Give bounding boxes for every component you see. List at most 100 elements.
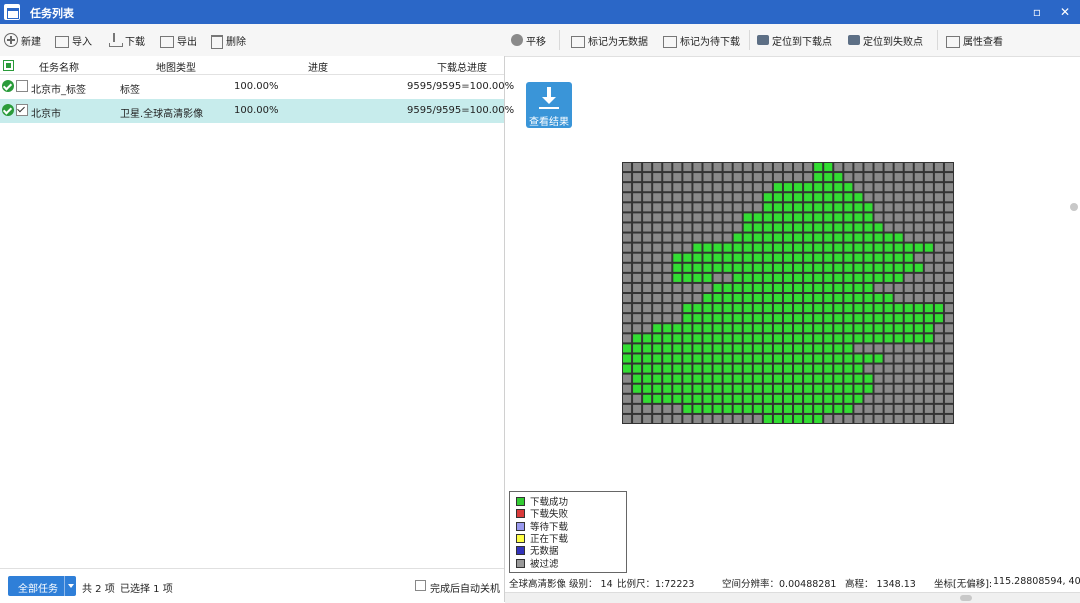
- tile-filtered[interactable]: [713, 414, 722, 423]
- tile-success[interactable]: [834, 193, 843, 202]
- tile-success[interactable]: [653, 354, 662, 363]
- tile-success[interactable]: [864, 263, 873, 272]
- tile-filtered[interactable]: [663, 173, 672, 182]
- tile-filtered[interactable]: [934, 233, 943, 242]
- tile-success[interactable]: [743, 374, 752, 383]
- tile-filtered[interactable]: [914, 193, 923, 202]
- auto-shutdown-checkbox[interactable]: [415, 580, 426, 591]
- tile-success[interactable]: [663, 354, 672, 363]
- tile-filtered[interactable]: [904, 414, 913, 423]
- tile-filtered[interactable]: [944, 414, 953, 423]
- task-row[interactable]: 北京市 卫星.全球高清影像 100.00% 9595/9595=100.00%: [0, 99, 514, 123]
- tile-success[interactable]: [904, 253, 913, 262]
- tile-success[interactable]: [713, 304, 722, 313]
- tile-filtered[interactable]: [733, 183, 742, 192]
- tile-success[interactable]: [854, 334, 863, 343]
- tile-success[interactable]: [703, 263, 712, 272]
- tile-success[interactable]: [643, 374, 652, 383]
- tile-success[interactable]: [723, 253, 732, 262]
- tile-filtered[interactable]: [713, 273, 722, 282]
- tile-filtered[interactable]: [743, 173, 752, 182]
- tile-success[interactable]: [874, 273, 883, 282]
- tile-filtered[interactable]: [633, 294, 642, 303]
- tile-filtered[interactable]: [894, 354, 903, 363]
- tile-filtered[interactable]: [944, 173, 953, 182]
- tile-filtered[interactable]: [904, 193, 913, 202]
- tile-success[interactable]: [763, 263, 772, 272]
- tile-success[interactable]: [763, 253, 772, 262]
- tile-filtered[interactable]: [673, 183, 682, 192]
- tile-success[interactable]: [693, 243, 702, 252]
- tile-success[interactable]: [804, 374, 813, 383]
- tile-success[interactable]: [633, 384, 642, 393]
- tile-success[interactable]: [834, 374, 843, 383]
- tile-success[interactable]: [623, 354, 632, 363]
- tile-filtered[interactable]: [904, 283, 913, 292]
- tile-success[interactable]: [814, 354, 823, 363]
- tile-success[interactable]: [894, 273, 903, 282]
- tile-filtered[interactable]: [673, 283, 682, 292]
- tile-success[interactable]: [783, 253, 793, 262]
- tile-filtered[interactable]: [723, 183, 732, 192]
- tile-filtered[interactable]: [914, 213, 923, 222]
- tile-success[interactable]: [854, 253, 863, 262]
- tile-success[interactable]: [834, 354, 843, 363]
- tile-success[interactable]: [824, 374, 833, 383]
- tile-success[interactable]: [723, 243, 732, 252]
- tile-filtered[interactable]: [653, 223, 662, 232]
- tile-success[interactable]: [844, 354, 853, 363]
- tile-filtered[interactable]: [884, 364, 893, 373]
- tile-success[interactable]: [773, 394, 782, 403]
- tile-success[interactable]: [733, 263, 742, 272]
- tile-success[interactable]: [884, 233, 893, 242]
- tile-filtered[interactable]: [824, 414, 833, 423]
- tile-filtered[interactable]: [894, 183, 903, 192]
- tile-success[interactable]: [914, 263, 923, 272]
- tile-filtered[interactable]: [773, 173, 782, 182]
- tile-filtered[interactable]: [884, 414, 893, 423]
- tile-filtered[interactable]: [944, 354, 953, 363]
- tile-success[interactable]: [824, 223, 833, 232]
- tile-success[interactable]: [874, 354, 883, 363]
- tile-success[interactable]: [814, 203, 823, 212]
- tile-success[interactable]: [783, 203, 793, 212]
- tile-success[interactable]: [743, 223, 752, 232]
- tile-filtered[interactable]: [723, 213, 732, 222]
- tile-success[interactable]: [824, 364, 833, 373]
- tile-filtered[interactable]: [623, 193, 632, 202]
- tile-filtered[interactable]: [944, 253, 953, 262]
- tile-filtered[interactable]: [633, 414, 642, 423]
- tile-success[interactable]: [703, 344, 712, 353]
- tile-success[interactable]: [804, 213, 813, 222]
- tile-success[interactable]: [743, 304, 752, 313]
- import-button[interactable]: 导入: [55, 31, 92, 49]
- tile-filtered[interactable]: [904, 223, 913, 232]
- tile-filtered[interactable]: [653, 193, 662, 202]
- tile-filtered[interactable]: [894, 193, 903, 202]
- tile-success[interactable]: [773, 324, 782, 333]
- tile-success[interactable]: [824, 354, 833, 363]
- tile-success[interactable]: [834, 344, 843, 353]
- tile-success[interactable]: [713, 364, 722, 373]
- tile-success[interactable]: [783, 354, 793, 363]
- tile-filtered[interactable]: [894, 404, 903, 413]
- tile-success[interactable]: [804, 404, 813, 413]
- tile-success[interactable]: [763, 354, 772, 363]
- tile-success[interactable]: [884, 294, 893, 303]
- tile-success[interactable]: [633, 334, 642, 343]
- tile-success[interactable]: [643, 354, 652, 363]
- tile-filtered[interactable]: [633, 223, 642, 232]
- tile-success[interactable]: [783, 223, 793, 232]
- tile-success[interactable]: [673, 334, 682, 343]
- tile-success[interactable]: [834, 223, 843, 232]
- tile-filtered[interactable]: [673, 233, 682, 242]
- tile-filtered[interactable]: [874, 173, 883, 182]
- tile-success[interactable]: [804, 414, 813, 423]
- tile-filtered[interactable]: [884, 374, 893, 383]
- tile-success[interactable]: [894, 304, 903, 313]
- tile-filtered[interactable]: [633, 304, 642, 313]
- tile-success[interactable]: [703, 364, 712, 373]
- task-row[interactable]: 北京市_标签 标签 100.00% 9595/9595=100.00%: [0, 75, 514, 99]
- tile-filtered[interactable]: [623, 304, 632, 313]
- tile-filtered[interactable]: [693, 294, 702, 303]
